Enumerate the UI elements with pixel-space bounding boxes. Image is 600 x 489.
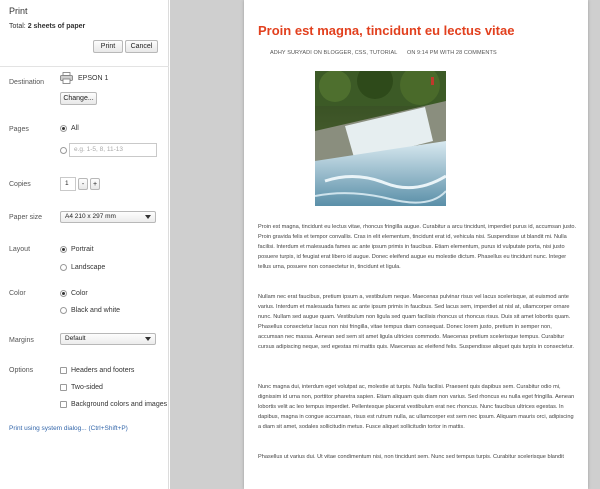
system-dialog-link[interactable]: Print using system dialog... (Ctrl+Shift… [9,425,128,432]
paragraph-3: Nunc magna dui, interdum eget volutpat a… [258,384,575,430]
margins-value: Default [65,335,86,342]
printer-icon [60,72,73,84]
layout-landscape-label: Landscape [71,264,106,271]
margins-select[interactable]: Default [60,333,156,345]
layout-portrait-label: Portrait [71,246,94,253]
color-label: Color [9,290,26,297]
pages-all-label: All [71,125,79,132]
cancel-button[interactable]: Cancel [125,40,158,53]
printer-name: EPSON 1 [78,75,109,82]
two-sided-label: Two-sided [71,384,103,391]
total-label: Total: [9,23,26,30]
background-graphics-checkbox[interactable] [60,401,67,408]
pages-label: Pages [9,126,29,133]
paragraph-4: Phasellus ut varius dui. Ut vitae condim… [258,454,564,460]
copies-increment-button[interactable]: + [90,178,100,190]
copies-input[interactable]: 1 [60,177,76,191]
layout-portrait-radio[interactable] [60,246,67,253]
color-color-radio[interactable] [60,290,67,297]
print-settings-panel: Print Total: 2 sheets of paper Print Can… [0,0,169,489]
color-bw-radio[interactable] [60,307,67,314]
post-title: Proin est magna, tincidunt eu lectus vit… [258,23,515,38]
print-title: Print [9,6,28,16]
copies-label: Copies [9,181,31,188]
pages-range-radio[interactable] [60,147,67,154]
print-button[interactable]: Print [93,40,123,53]
options-label: Options [9,367,34,374]
destination-label: Destination [9,79,45,86]
paragraph-1: Proin est magna, tincidunt eu lectus vit… [258,224,577,270]
total-sheets: Total: 2 sheets of paper [9,23,85,30]
post-meta: ADHY SURYADI ON BLOGGER, CSS, TUTORIAL O… [270,50,497,56]
color-color-label: Color [71,290,88,297]
chevron-down-icon [145,337,151,341]
chevron-down-icon [145,215,151,219]
change-destination-button[interactable]: Change... [60,92,97,105]
waterfall-photo [315,71,446,206]
print-preview-area: Proin est magna, tincidunt eu lectus vit… [170,0,600,489]
pages-all-radio[interactable] [60,125,67,132]
pages-range-input[interactable]: e.g. 1-5, 8, 11-13 [69,143,157,157]
headers-footers-label: Headers and footers [71,367,135,374]
total-value: 2 sheets of paper [27,23,86,30]
paragraph-2: Nullam nec erat faucibus, pretium ipsum … [258,294,574,350]
background-graphics-label: Background colors and images [71,401,168,408]
paper-size-select[interactable]: A4 210 x 297 mm [60,211,156,223]
paper-size-value: A4 210 x 297 mm [65,213,116,220]
print-header: Print Total: 2 sheets of paper Print Can… [0,0,169,67]
preview-page: Proin est magna, tincidunt eu lectus vit… [244,0,588,489]
margins-label: Margins [9,337,34,344]
color-bw-label: Black and white [71,307,121,314]
layout-label: Layout [9,246,31,253]
headers-footers-checkbox[interactable] [60,367,67,374]
paper-size-label: Paper size [9,214,43,221]
two-sided-checkbox[interactable] [60,384,67,391]
layout-landscape-radio[interactable] [60,264,67,271]
copies-decrement-button[interactable]: - [78,178,88,190]
